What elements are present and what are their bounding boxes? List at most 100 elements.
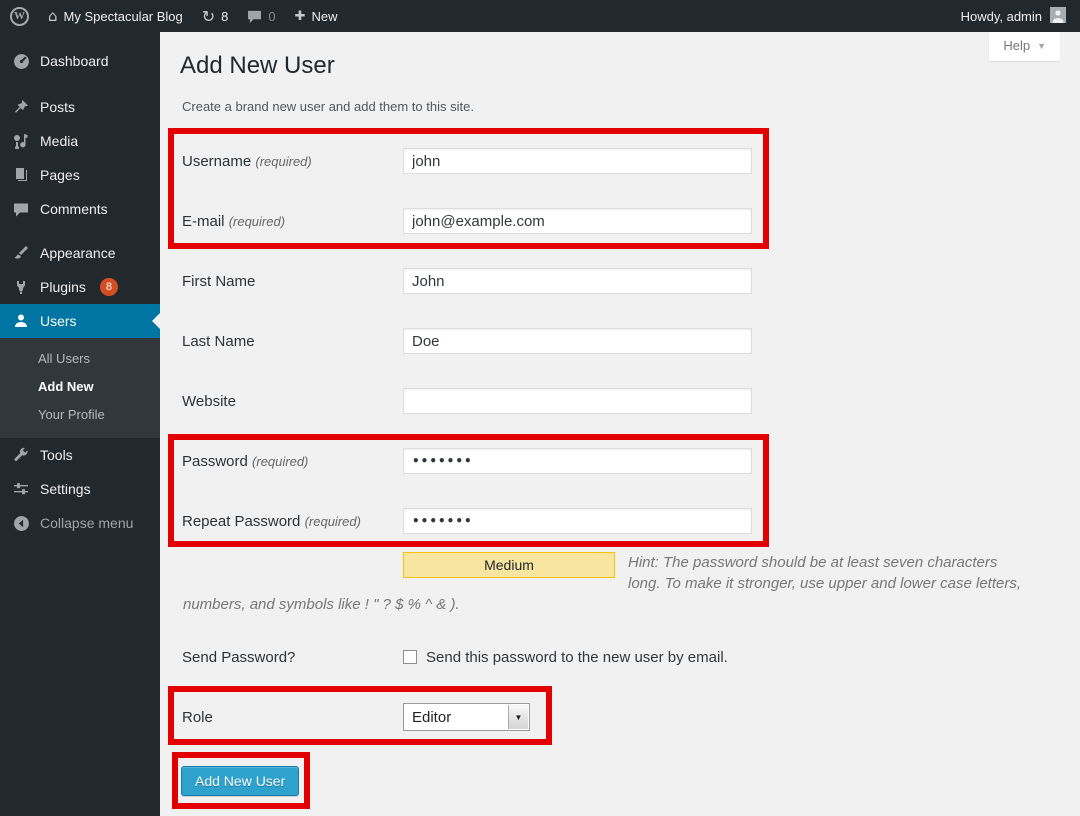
username-row: Username (required) — [160, 131, 1080, 191]
last-name-row: Last Name — [160, 311, 1080, 371]
current-menu-arrow — [152, 313, 160, 329]
email-label: E-mail (required) — [182, 213, 403, 230]
plugins-update-badge: 8 — [100, 278, 118, 296]
page-title: Add New User — [180, 52, 335, 80]
help-button[interactable]: Help ▼ — [989, 32, 1060, 61]
admin-sidebar: Dashboard Posts Media Pages Comments — [0, 32, 160, 816]
sidebar-item-comments[interactable]: Comments — [0, 192, 160, 226]
send-password-checkbox[interactable] — [403, 650, 417, 664]
paintbrush-icon — [12, 244, 30, 262]
sidebar-item-label: Users — [40, 313, 77, 329]
last-name-label: Last Name — [182, 333, 403, 350]
role-selected-value: Editor — [412, 709, 451, 726]
password-row: Password (required) — [160, 431, 1080, 491]
admin-bar: W ⌂ My Spectacular Blog ↻ 8 0 ✚ New Howd… — [0, 0, 1080, 32]
users-submenu: All Users Add New Your Profile — [0, 338, 160, 438]
sliders-icon — [12, 480, 30, 498]
sidebar-item-posts[interactable]: Posts — [0, 90, 160, 124]
repeat-password-label: Repeat Password (required) — [182, 513, 403, 530]
sidebar-item-users[interactable]: Users — [0, 304, 160, 338]
new-label: New — [312, 9, 338, 24]
repeat-password-row: Repeat Password (required) — [160, 491, 1080, 551]
sidebar-item-label: Plugins — [40, 279, 86, 295]
dashboard-icon — [12, 52, 30, 70]
email-input[interactable] — [403, 208, 752, 234]
comments-link[interactable]: 0 — [247, 0, 275, 32]
sidebar-item-label: Comments — [40, 201, 108, 217]
site-name: My Spectacular Blog — [64, 9, 183, 24]
last-name-input[interactable] — [403, 328, 752, 354]
add-new-user-button[interactable]: Add New User — [181, 766, 299, 796]
role-row: Role Editor ▼ — [160, 687, 1080, 747]
website-label: Website — [182, 393, 403, 410]
send-password-row: Send Password? Send this password to the… — [160, 627, 1080, 687]
sidebar-item-settings[interactable]: Settings — [0, 472, 160, 506]
avatar — [1050, 7, 1066, 26]
password-label: Password (required) — [182, 453, 403, 470]
home-icon: ⌂ — [48, 7, 58, 25]
sidebar-item-media[interactable]: Media — [0, 124, 160, 158]
sidebar-item-label: Tools — [40, 447, 73, 463]
main-content: Help ▼ Add New User Create a brand new u… — [160, 32, 1080, 816]
required-marker: (required) — [229, 214, 285, 229]
howdy-text: Howdy, admin — [961, 9, 1042, 24]
page-description: Create a brand new user and add them to … — [182, 99, 474, 114]
comments-count: 0 — [268, 9, 275, 24]
wordpress-logo-icon[interactable]: W — [10, 7, 29, 26]
first-name-label: First Name — [182, 273, 403, 290]
chevron-down-icon: ▼ — [508, 705, 528, 729]
sidebar-item-plugins[interactable]: Plugins 8 — [0, 270, 160, 304]
media-icon — [12, 132, 30, 150]
required-marker: (required) — [255, 154, 311, 169]
first-name-row: First Name — [160, 251, 1080, 311]
first-name-input[interactable] — [403, 268, 752, 294]
website-row: Website — [160, 371, 1080, 431]
pages-icon — [12, 166, 30, 184]
sidebar-item-label: Appearance — [40, 245, 116, 261]
sidebar-item-add-new[interactable]: Add New — [0, 373, 160, 401]
sidebar-item-dashboard[interactable]: Dashboard — [0, 44, 160, 78]
sidebar-item-pages[interactable]: Pages — [0, 158, 160, 192]
required-marker: (required) — [252, 454, 308, 469]
role-label: Role — [182, 709, 403, 726]
sidebar-item-your-profile[interactable]: Your Profile — [0, 401, 160, 429]
repeat-password-input[interactable] — [403, 508, 752, 534]
help-label: Help — [1003, 38, 1030, 53]
site-name-link[interactable]: ⌂ My Spectacular Blog — [48, 0, 183, 32]
update-icon: ↻ — [202, 7, 215, 26]
sidebar-item-label: Posts — [40, 99, 75, 115]
send-password-label: Send Password? — [182, 649, 403, 666]
pushpin-icon — [12, 98, 30, 116]
sidebar-item-label: Settings — [40, 481, 91, 497]
comment-bubble-icon — [247, 10, 262, 23]
comment-bubble-icon — [12, 200, 30, 218]
sidebar-item-collapse-menu[interactable]: Collapse menu — [0, 506, 160, 540]
email-row: E-mail (required) — [160, 191, 1080, 251]
sidebar-item-tools[interactable]: Tools — [0, 438, 160, 472]
sidebar-item-label: Media — [40, 133, 78, 149]
password-hint-block: Medium Hint: The password should be at l… — [183, 552, 1031, 615]
sidebar-item-label: Collapse menu — [40, 515, 133, 531]
wrench-icon — [12, 446, 30, 464]
user-icon — [12, 312, 30, 330]
sidebar-item-all-users[interactable]: All Users — [0, 345, 160, 373]
username-input[interactable] — [403, 148, 752, 174]
sidebar-item-label: Dashboard — [40, 53, 109, 69]
add-user-form: Username (required) E-mail (required) Fi… — [160, 131, 1080, 796]
sidebar-item-label: Pages — [40, 167, 80, 183]
chevron-down-icon: ▼ — [1037, 41, 1046, 51]
plug-icon — [12, 278, 30, 296]
required-marker: (required) — [305, 514, 361, 529]
sidebar-item-appearance[interactable]: Appearance — [0, 236, 160, 270]
username-label: Username (required) — [182, 153, 403, 170]
account-menu[interactable]: Howdy, admin — [961, 0, 1066, 32]
updates-link[interactable]: ↻ 8 — [202, 0, 229, 32]
password-strength-meter: Medium — [403, 552, 615, 578]
plus-icon: ✚ — [295, 9, 306, 24]
password-input[interactable] — [403, 448, 752, 474]
new-content-link[interactable]: ✚ New — [295, 0, 338, 32]
collapse-arrow-icon — [12, 514, 30, 532]
website-input[interactable] — [403, 388, 752, 414]
role-select[interactable]: Editor ▼ — [403, 703, 530, 731]
updates-count: 8 — [221, 9, 228, 24]
